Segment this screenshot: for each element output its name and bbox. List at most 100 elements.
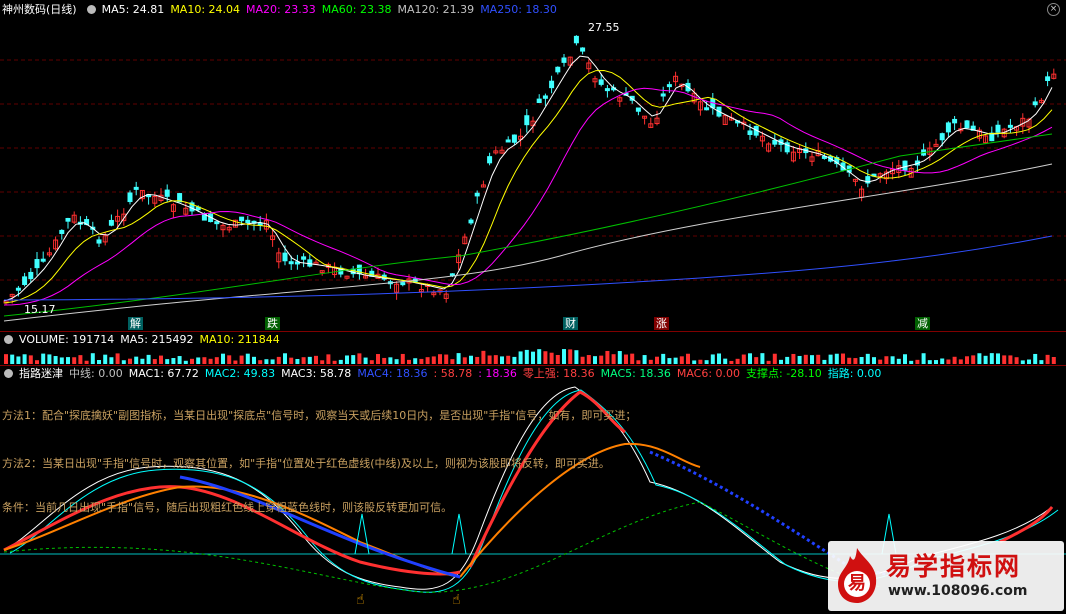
volume-bar xyxy=(940,358,945,364)
volume-bar xyxy=(456,353,461,364)
volume-bar xyxy=(35,360,39,364)
candle-body xyxy=(536,98,542,104)
volume-bar xyxy=(797,355,802,364)
candle-body xyxy=(666,84,672,88)
low-price-label: 15.17 xyxy=(24,303,56,316)
candle-body xyxy=(28,271,34,280)
volume-bar xyxy=(878,359,883,364)
volume-bar xyxy=(605,350,610,364)
settings-icon[interactable] xyxy=(86,5,96,14)
volume-bar xyxy=(202,357,207,364)
close-icon[interactable]: × xyxy=(1047,3,1060,16)
volume-bar xyxy=(115,353,120,364)
method-note-2: 方法2：当某日出现"手指"信号时，观察其位置，如"手指"位置处于红色虚线(中线)… xyxy=(2,457,610,470)
ma60-line xyxy=(3,133,1053,317)
volume-bar xyxy=(785,356,790,364)
volume-bar xyxy=(425,357,430,364)
ma-value-3: MA60: 23.38 xyxy=(321,3,392,16)
volume-bar xyxy=(822,359,827,364)
candle-body xyxy=(34,259,40,269)
candle-body xyxy=(542,95,548,99)
volume-bar xyxy=(214,357,219,364)
high-price-label: 27.55 xyxy=(588,21,620,34)
condition-note: 条件：当前几日出现"手指"信号，随后出现粗红色线上穿粗蓝色线时，则该股反转更加可… xyxy=(2,501,453,514)
volume-bar xyxy=(376,354,380,364)
volume-bar xyxy=(394,359,399,364)
volume-bar xyxy=(921,353,926,364)
volume-bar xyxy=(760,353,765,364)
volume-bar xyxy=(438,354,442,364)
volume-bar xyxy=(617,351,622,364)
candlestick-chart xyxy=(0,35,1066,322)
volume-bar xyxy=(22,354,27,364)
volume-bar xyxy=(16,356,21,364)
volume-bar xyxy=(816,354,821,364)
volume-bar xyxy=(983,355,988,364)
volume-bar xyxy=(1033,353,1038,364)
volume-bar xyxy=(475,356,480,364)
vol-value-1: MA5: 215492 xyxy=(120,333,194,346)
volume-bar xyxy=(307,356,312,364)
candle-body xyxy=(40,258,46,262)
volume-bar xyxy=(276,356,281,364)
volume-bar xyxy=(996,353,1000,364)
volume-bar xyxy=(1039,360,1044,364)
volume-bar xyxy=(872,357,876,364)
candle-body xyxy=(573,35,579,44)
volume-bar xyxy=(500,356,504,364)
ind-value-3: MAC2: 49.83 xyxy=(204,367,276,380)
volume-bar xyxy=(698,359,703,364)
volume-chart xyxy=(4,349,1056,364)
volume-bar xyxy=(841,353,845,364)
volume-bar xyxy=(555,354,560,364)
volume-bar xyxy=(84,360,89,364)
volume-bar xyxy=(636,360,641,364)
volume-bar xyxy=(190,358,194,364)
volume-bar xyxy=(103,354,108,364)
volume-bar xyxy=(345,355,349,364)
volume-bar xyxy=(648,359,653,364)
volume-header: VOLUME: 191714 MA5: 215492 MA10: 211844 xyxy=(0,332,1066,348)
ind-value-0: 指路迷津 xyxy=(19,367,63,380)
volume-bar xyxy=(159,355,163,364)
volume-bar xyxy=(667,358,672,364)
volume-bar xyxy=(958,359,963,364)
volume-bar xyxy=(332,360,337,364)
ind-value-9: MAC5: 18.36 xyxy=(600,367,671,380)
volume-bar xyxy=(661,353,666,364)
volume-bar xyxy=(624,354,628,364)
candle-body xyxy=(133,186,139,190)
ind-value-5: MAC4: 18.36 xyxy=(357,367,428,380)
volume-bar xyxy=(692,360,697,364)
volume-bar xyxy=(97,360,101,364)
settings-icon[interactable] xyxy=(4,335,13,344)
volume-bar xyxy=(493,355,498,364)
volume-bar xyxy=(326,354,331,364)
volume-bar xyxy=(28,355,33,364)
volume-bar xyxy=(791,353,796,364)
volume-bar xyxy=(152,359,157,364)
ind-value-2: MAC1: 67.72 xyxy=(128,367,199,380)
volume-bar xyxy=(952,356,957,364)
vol-value-2: MA10: 211844 xyxy=(199,333,280,346)
settings-icon[interactable] xyxy=(4,369,13,378)
volume-bar xyxy=(59,357,64,364)
volume-bar xyxy=(1051,357,1056,364)
volume-bar xyxy=(568,349,573,364)
candle-body xyxy=(505,139,511,143)
volume-bar xyxy=(754,357,759,364)
candle-body xyxy=(214,221,220,225)
volume-bar xyxy=(444,354,449,364)
volume-bar xyxy=(400,353,405,364)
volume-bar xyxy=(611,354,616,364)
volume-bar xyxy=(704,360,709,364)
candle-body xyxy=(127,192,133,203)
volume-bar xyxy=(884,356,889,364)
ma120-line xyxy=(3,163,1053,322)
candle-body xyxy=(1045,76,1051,81)
volume-bar xyxy=(537,349,542,364)
volume-bar xyxy=(196,357,201,364)
volume-bar xyxy=(177,356,182,364)
volume-bar xyxy=(382,357,387,364)
candle-body xyxy=(468,219,474,224)
